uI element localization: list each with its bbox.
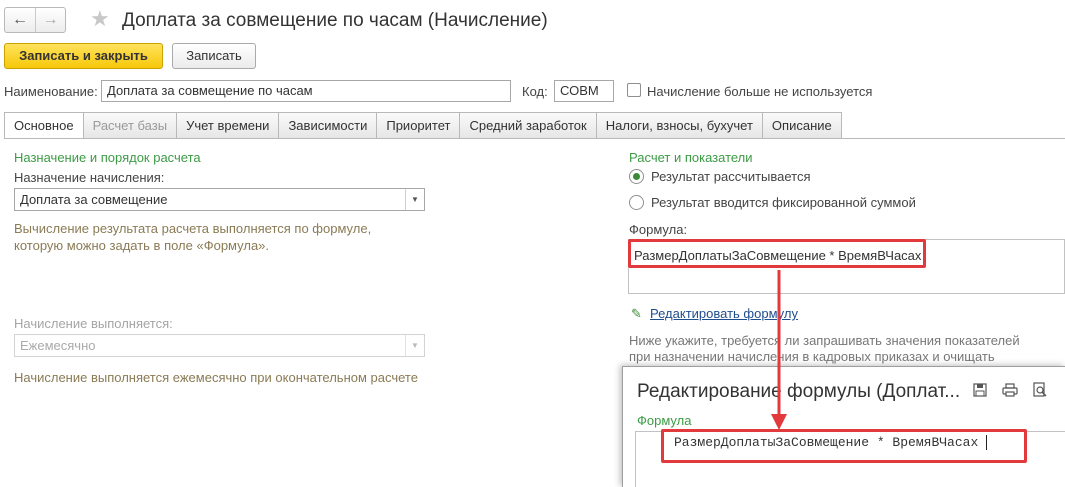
dropdown-triangle-icon[interactable]: ▼ — [405, 189, 424, 210]
calculation-section-title: Расчет и показатели — [629, 150, 753, 165]
floppy-disk-icon[interactable] — [971, 381, 989, 399]
popup-formula-value: РазмерДоплатыЗаСовмещение * ВремяВЧасах — [674, 435, 979, 450]
name-input[interactable]: Доплата за совмещение по часам — [101, 80, 511, 102]
indicators-hint-line1: Ниже укажите, требуется ли запрашивать з… — [629, 333, 1020, 348]
popup-title: Редактирование формулы (Доплат... — [637, 381, 961, 402]
name-label: Наименование: — [4, 84, 98, 99]
purpose-label: Назначение начисления: — [14, 170, 165, 185]
radio-calculated[interactable] — [629, 169, 644, 184]
popup-formula-text: РазмерДоплатыЗаСовмещение * ВремяВЧасах — [674, 435, 988, 451]
tab-description[interactable]: Описание — [762, 112, 842, 139]
tab-taxes[interactable]: Налоги, взносы, бухучет — [596, 112, 763, 139]
tab-main[interactable]: Основное — [4, 112, 84, 139]
code-label: Код: — [522, 84, 548, 99]
purpose-hint-line2: которую можно задать в поле «Формула». — [14, 238, 270, 253]
performed-select-value: Ежемесячно — [20, 338, 96, 353]
pencil-icon: ✎ — [631, 306, 642, 321]
performed-hint: Начисление выполняется ежемесячно при ок… — [14, 370, 418, 385]
formula-text: РазмерДоплатыЗаСовмещение * ВремяВЧасах — [634, 248, 922, 263]
purpose-hint-line1: Вычисление результата расчета выполняетс… — [14, 221, 372, 236]
forward-button[interactable]: → — [35, 8, 65, 32]
save-button[interactable]: Записать — [172, 43, 256, 69]
radio-fixed-label: Результат вводится фиксированной суммой — [651, 195, 916, 210]
arrow-right-icon: → — [42, 11, 59, 28]
save-and-close-button[interactable]: Записать и закрыть — [4, 43, 163, 69]
tab-time-accounting[interactable]: Учет времени — [177, 112, 280, 139]
radio-calculated-label: Результат рассчитывается — [651, 169, 811, 184]
unused-label: Начисление больше не используется — [647, 84, 873, 99]
edit-formula-link[interactable]: Редактировать формулу — [650, 306, 798, 322]
print-preview-icon[interactable] — [1031, 381, 1049, 399]
arrow-left-icon: ← — [12, 11, 28, 28]
formula-editor-popup: Редактирование формулы (Доплат... Формул… — [622, 366, 1065, 487]
formula-textarea[interactable]: РазмерДоплатыЗаСовмещение * ВремяВЧасах — [628, 239, 1065, 294]
purpose-select-value: Доплата за совмещение — [20, 192, 168, 207]
window-title: Доплата за совмещение по часам (Начислен… — [122, 10, 548, 31]
performed-select: Ежемесячно ▼ — [14, 334, 425, 357]
code-input[interactable]: СОВМ — [554, 80, 614, 102]
printer-icon[interactable] — [1001, 381, 1019, 399]
text-cursor — [986, 435, 988, 451]
unused-checkbox[interactable] — [627, 83, 641, 97]
performed-label: Начисление выполняется: — [14, 316, 173, 331]
navigation-buttons: ← → — [4, 7, 66, 33]
back-button[interactable]: ← — [5, 8, 35, 32]
popup-formula-editor[interactable]: РазмерДоплатыЗаСовмещение * ВремяВЧасах — [635, 431, 1065, 487]
dropdown-triangle-icon: ▼ — [405, 335, 424, 356]
tab-dependencies[interactable]: Зависимости — [279, 112, 378, 139]
tab-base-calculation[interactable]: Расчет базы — [83, 112, 178, 139]
tab-divider — [4, 138, 1065, 139]
popup-formula-section: Формула — [637, 413, 692, 428]
formula-label: Формула: — [629, 222, 688, 237]
radio-fixed[interactable] — [629, 195, 644, 210]
indicators-hint-line2: при назначении начисления в кадровых при… — [629, 349, 995, 364]
purpose-select[interactable]: Доплата за совмещение ▼ — [14, 188, 425, 211]
tab-priority[interactable]: Приоритет — [377, 112, 461, 139]
tab-average-earnings[interactable]: Средний заработок — [460, 112, 597, 139]
purpose-section-title: Назначение и порядок расчета — [14, 150, 201, 165]
tab-bar: Основное Расчет базы Учет времени Зависи… — [4, 112, 842, 139]
star-icon[interactable]: ★ — [90, 6, 110, 32]
